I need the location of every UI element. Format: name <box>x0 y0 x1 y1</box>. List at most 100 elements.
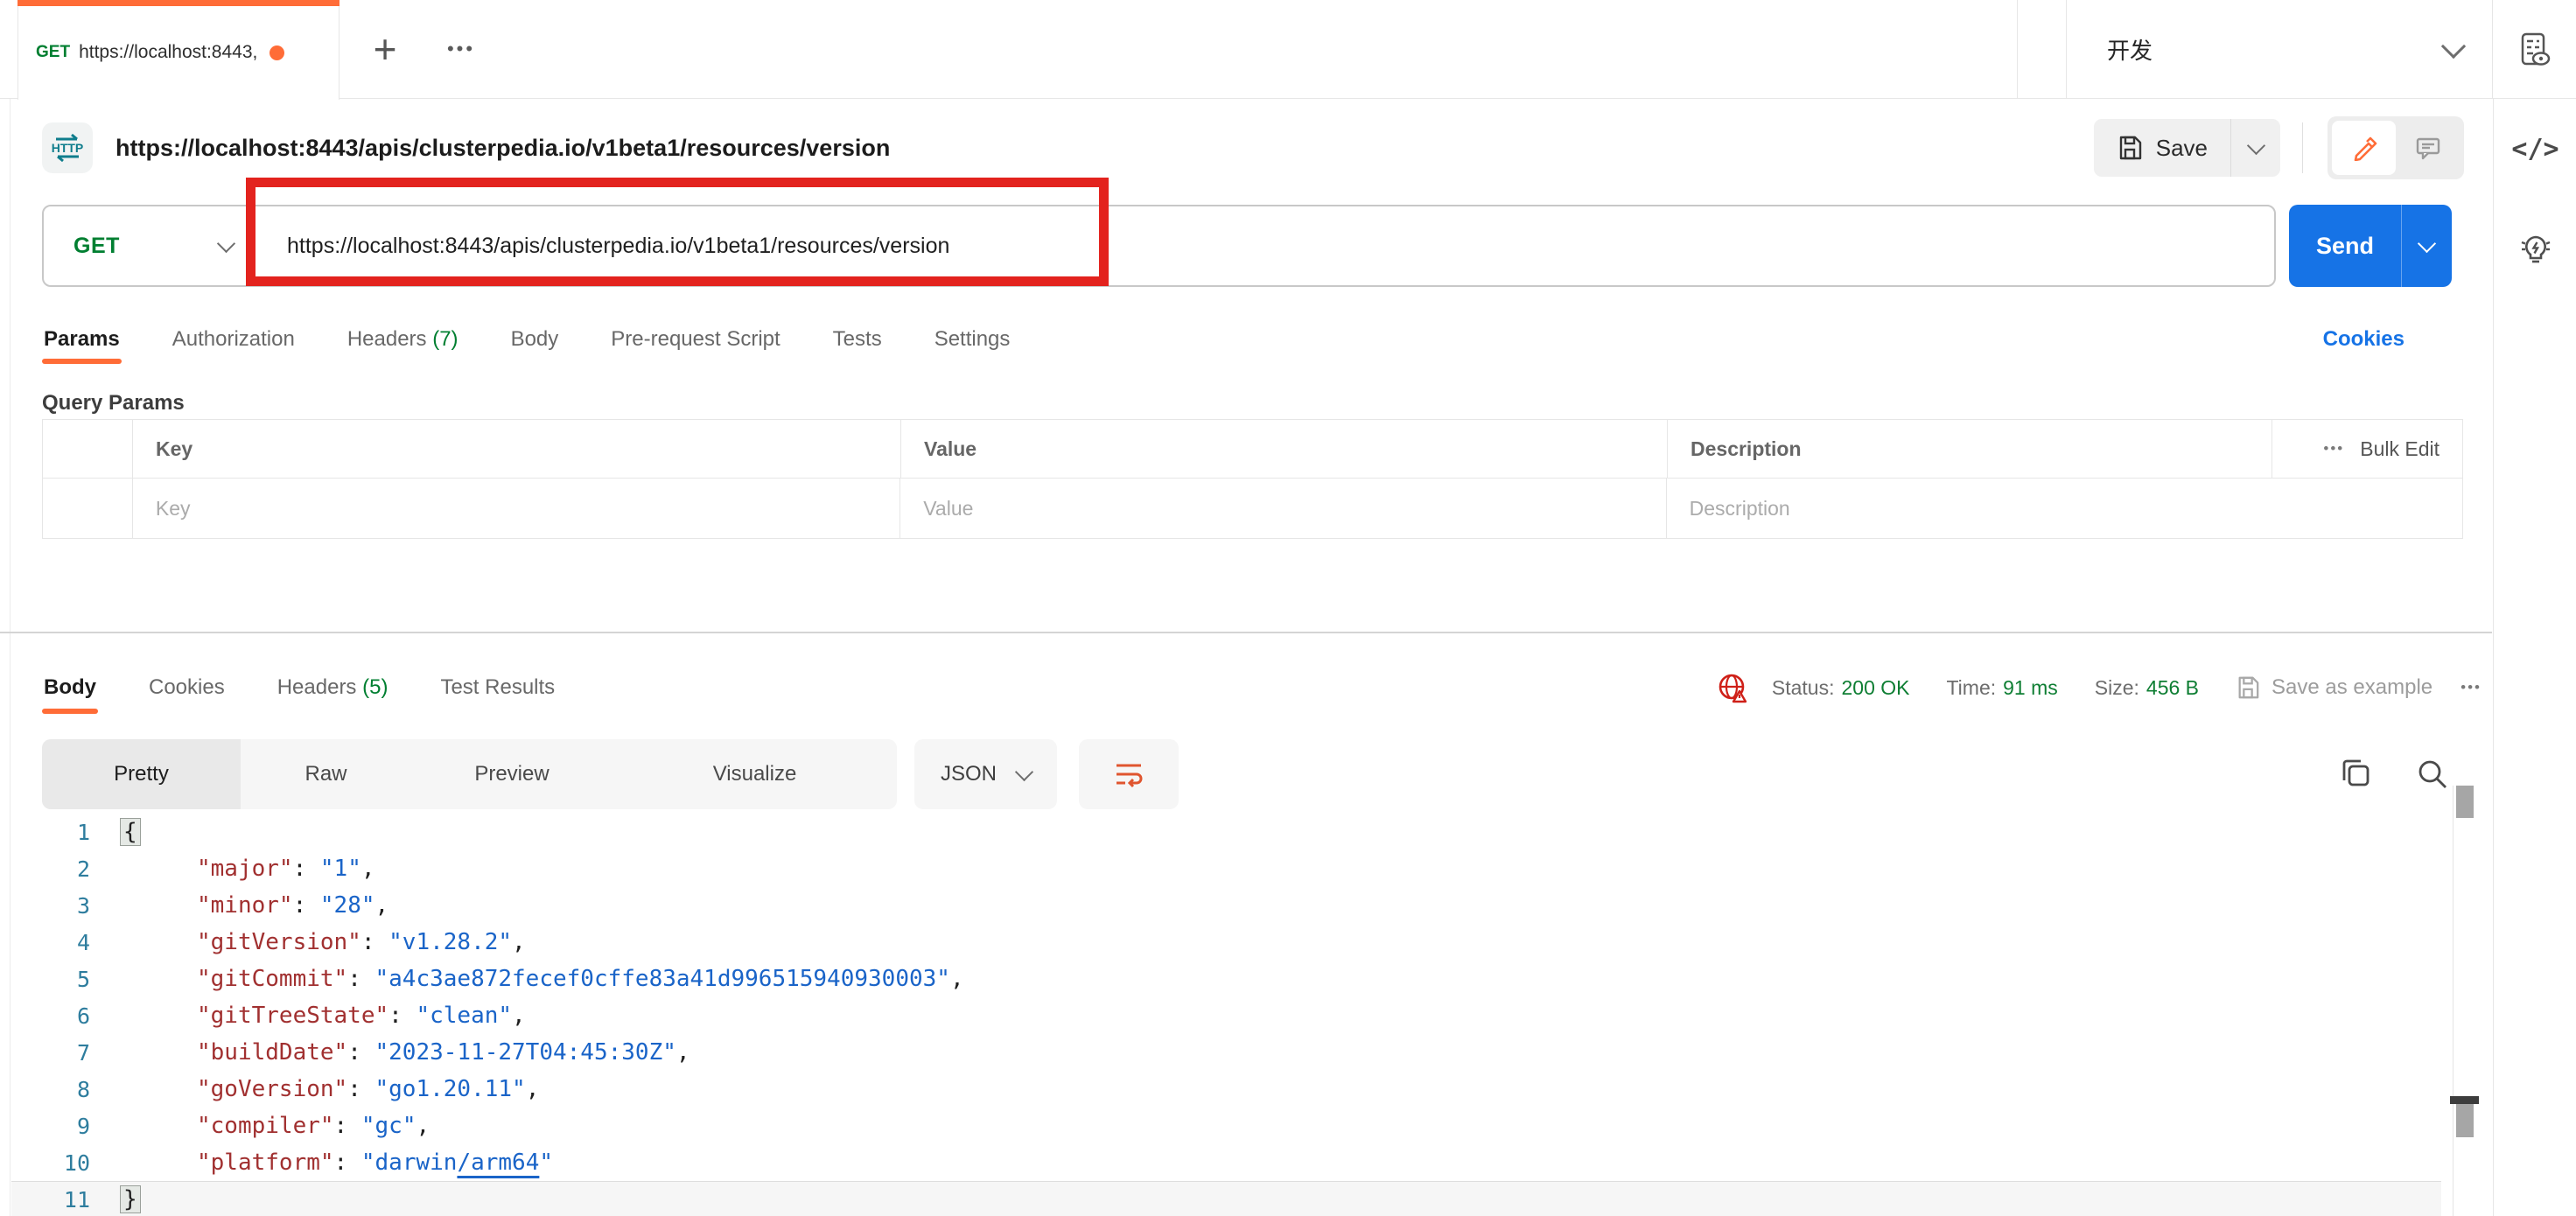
format-selector[interactable]: JSON <box>914 739 1057 809</box>
environment-name: 开发 <box>2107 33 2152 66</box>
view-preview[interactable]: Preview <box>411 739 612 809</box>
view-pretty[interactable]: Pretty <box>42 739 241 809</box>
url-input[interactable]: https://localhost:8443/apis/clusterpedia… <box>257 234 949 259</box>
response-tab-headers[interactable]: Headers (5) <box>276 658 390 717</box>
chevron-down-icon <box>217 234 235 252</box>
response-tab-cookies[interactable]: Cookies <box>147 658 227 717</box>
method-selector[interactable]: GET <box>44 234 257 259</box>
column-header-value: Value <box>901 420 1668 478</box>
send-button[interactable]: Send <box>2289 205 2452 287</box>
method-label: GET <box>74 234 120 259</box>
tab-pre-request-script[interactable]: Pre-request Script <box>609 310 781 369</box>
column-header-key: Key <box>133 420 901 478</box>
format-label: JSON <box>941 762 997 786</box>
svg-text:HTTP: HTTP <box>52 141 84 155</box>
lightbulb-icon <box>2516 230 2556 270</box>
copy-response-button[interactable] <box>2334 753 2376 795</box>
request-header: HTTP https://localhost:8443/apis/cluster… <box>11 99 2492 197</box>
search-icon <box>2415 757 2450 792</box>
scrollbar-thumb[interactable] <box>2456 786 2474 818</box>
response-more-icon[interactable]: ••• <box>2460 679 2482 696</box>
code-line-current: 11 } <box>11 1181 2441 1216</box>
save-button[interactable]: Save <box>2094 119 2230 177</box>
pencil-icon <box>2351 135 2377 161</box>
request-tabs: Params Authorization Headers (7) Body Pr… <box>11 297 2492 381</box>
tab-params[interactable]: Params <box>42 310 122 369</box>
response-tab-test-results[interactable]: Test Results <box>438 658 556 717</box>
view-visualize[interactable]: Visualize <box>612 739 897 809</box>
save-as-example-button[interactable]: Save as example <box>2236 675 2432 700</box>
scrollbar-thumb-bottom[interactable] <box>2456 1104 2474 1137</box>
query-params-header-row: Key Value Description ••• Bulk Edit <box>42 419 2463 479</box>
environment-quick-look-icon <box>2516 31 2554 69</box>
method-url-group: GET https://localhost:8443/apis/clusterp… <box>42 205 2276 287</box>
description-input[interactable]: Description <box>1667 479 2462 538</box>
send-label: Send <box>2289 205 2401 287</box>
api-client-window: GET https://localhost:8443, + ••• 开发 <box>0 0 2576 1216</box>
response-view-switcher: Pretty Raw Preview Visualize <box>42 739 897 809</box>
key-input[interactable]: Key <box>133 479 900 538</box>
tab-options-button[interactable]: ••• <box>430 23 492 75</box>
tab-settings[interactable]: Settings <box>933 310 1012 369</box>
tab-headers[interactable]: Headers (7) <box>346 310 460 369</box>
chevron-down-icon <box>2441 33 2466 58</box>
open-brace: { <box>120 818 141 846</box>
active-tab-underline <box>42 709 98 714</box>
column-header-description: Description <box>1668 420 2272 478</box>
params-more-icon[interactable]: ••• <box>2323 440 2344 458</box>
code-line: 1 { <box>11 814 2441 850</box>
network-warning-icon[interactable] <box>1717 672 1749 704</box>
tab-method-badge: GET <box>36 43 70 62</box>
code-line: 7 "buildDate": "2023-11-27T04:45:30Z", <box>11 1034 2441 1071</box>
code-line: 10 "platform": "darwin/arm64" <box>11 1144 2441 1181</box>
hints-button[interactable] <box>2494 230 2576 270</box>
size-value: 456 B <box>2146 676 2199 699</box>
save-options-button[interactable] <box>2230 119 2280 177</box>
response-body-editor[interactable]: 1 { 2 "major": "1", 3 "minor": "28", 4 "… <box>11 814 2441 1216</box>
time-value: 91 ms <box>2003 676 2058 699</box>
request-tab-bar: GET https://localhost:8443, + ••• 开发 <box>0 0 2576 99</box>
environment-quick-look-button[interactable] <box>2493 0 2576 99</box>
chevron-down-icon <box>1015 762 1033 780</box>
code-line: 6 "gitTreeState": "clean", <box>11 997 2441 1034</box>
code-line: 3 "minor": "28", <box>11 887 2441 924</box>
code-snippet-button[interactable]: </> <box>2494 134 2576 164</box>
new-tab-button[interactable]: + <box>359 23 411 75</box>
value-input[interactable]: Value <box>900 479 1666 538</box>
request-response-splitter[interactable] <box>0 632 2492 633</box>
tab-body[interactable]: Body <box>509 310 561 369</box>
unsaved-changes-dot <box>270 45 284 60</box>
query-params-table: Key Value Description ••• Bulk Edit Key … <box>42 419 2463 539</box>
status-indicator[interactable]: Status:200 OK <box>1772 676 1910 700</box>
search-response-button[interactable] <box>2412 753 2454 795</box>
response-tab-body[interactable]: Body <box>42 658 98 717</box>
scrollbar-end-cap <box>2450 1096 2479 1104</box>
comment-icon <box>2415 135 2441 161</box>
edit-mode-button[interactable] <box>2332 121 2396 175</box>
tabbar-divider <box>2017 0 2018 98</box>
size-indicator[interactable]: Size:456 B <box>2095 676 2199 700</box>
platform-link[interactable]: /arm64 <box>457 1150 539 1176</box>
save-floppy-icon <box>2117 135 2143 161</box>
row-handle-cell <box>43 479 133 538</box>
save-floppy-icon <box>2236 675 2260 700</box>
request-tab[interactable]: GET https://localhost:8443, <box>18 0 340 100</box>
query-params-input-row: Key Value Description <box>42 479 2463 539</box>
time-indicator[interactable]: Time:91 ms <box>1946 676 2057 700</box>
comments-button[interactable] <box>2396 121 2460 175</box>
response-tabs: Body Cookies Headers (5) Test Results St… <box>11 647 2492 728</box>
tab-authorization[interactable]: Authorization <box>171 310 297 369</box>
environment-selector[interactable]: 开发 <box>2067 0 2492 99</box>
cookies-link[interactable]: Cookies <box>2323 327 2404 352</box>
send-options-button[interactable] <box>2401 205 2452 287</box>
row-handle-column <box>43 420 133 478</box>
tab-tests[interactable]: Tests <box>831 310 884 369</box>
code-line: 4 "gitVersion": "v1.28.2", <box>11 924 2441 961</box>
request-title: https://localhost:8443/apis/clusterpedia… <box>116 135 890 162</box>
status-value: 200 OK <box>1841 676 1909 699</box>
wrap-lines-button[interactable] <box>1079 739 1179 809</box>
view-raw[interactable]: Raw <box>241 739 411 809</box>
code-line: 5 "gitCommit": "a4c3ae872fecef0cffe83a41… <box>11 961 2441 997</box>
tab-title: https://localhost:8443, <box>79 42 257 63</box>
bulk-edit-button[interactable]: Bulk Edit <box>2360 437 2440 461</box>
